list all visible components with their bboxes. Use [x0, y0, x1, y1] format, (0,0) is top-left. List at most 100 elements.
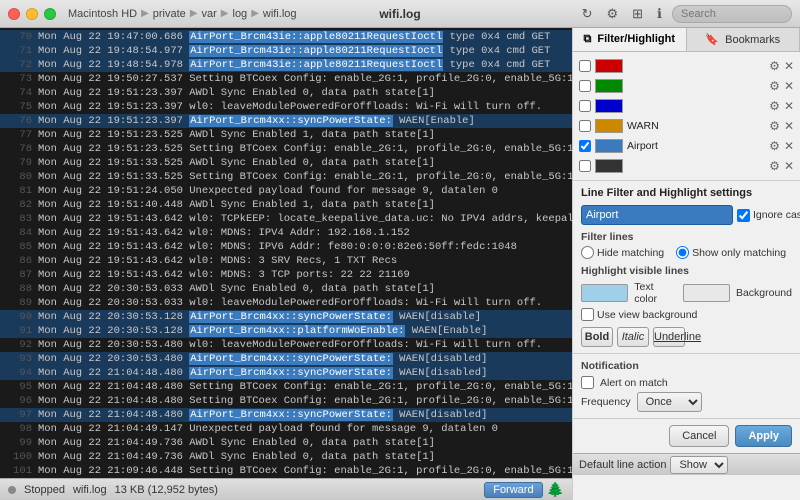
search-input[interactable]: [672, 5, 792, 23]
log-line: 82Mon Aug 22 19:51:40.448 AWDl Sync Enab…: [0, 198, 572, 212]
default-action-label: Default line action: [579, 459, 666, 471]
log-line: 83 Mon Aug 22 19:51:43.642 wl0: TCPkEEP: …: [0, 212, 572, 226]
log-line: 75Mon Aug 22 19:51:23.397 wl0: leaveModu…: [0, 100, 572, 114]
status-indicator: [8, 486, 16, 494]
log-content[interactable]: 70Mon Aug 22 19:47:00.686 AirPort_Brcm43…: [0, 28, 572, 500]
maximize-button[interactable]: [44, 8, 56, 20]
bold-button[interactable]: Bold: [581, 327, 613, 347]
statusbar-right: Forward 🌲: [484, 481, 564, 498]
line-text: Mon Aug 22 20:30:53.480 AirPort_Brcm4xx:…: [38, 352, 487, 366]
text-color-button[interactable]: [581, 284, 628, 302]
panel-tabs: ⧉ Filter/Highlight 🔖 Bookmarks: [573, 28, 800, 52]
radio-row: Hide matching Show only matching: [581, 246, 792, 259]
filter-text-input[interactable]: [581, 205, 733, 225]
filter-color-box: [595, 99, 623, 113]
filter-close-icon[interactable]: ✕: [784, 139, 794, 153]
filter-item: WARN⚙✕: [573, 116, 800, 136]
line-text: Mon Aug 22 19:51:43.642 wl0: MDNS: 3 SRV…: [38, 254, 397, 268]
line-text: Mon Aug 22 19:51:43.642 wl0: MDNS: IPV6 …: [38, 240, 517, 254]
filter-item-checkbox[interactable]: [579, 120, 591, 132]
show-only-matching-radio[interactable]: [676, 246, 689, 259]
filter-item-checkbox[interactable]: [579, 160, 591, 172]
filter-item-checkbox[interactable]: [579, 100, 591, 112]
line-text: Mon Aug 22 19:51:23.397 AirPort_Brcm4xx:…: [38, 114, 475, 128]
filter-close-icon[interactable]: ✕: [784, 159, 794, 173]
line-text: Mon Aug 22 21:04:48.480 Setting BTCoex C…: [38, 380, 572, 394]
line-number: 83: [4, 212, 32, 226]
path-segment: log: [233, 8, 248, 20]
filter-close-icon[interactable]: ✕: [784, 99, 794, 113]
filter-close-icon[interactable]: ✕: [784, 119, 794, 133]
titlebar: Macintosh HD ▶ private ▶ var ▶ log ▶ wif…: [0, 0, 800, 28]
path-segment: private: [153, 8, 186, 20]
hide-matching-label: Hide matching: [581, 246, 664, 259]
filter-item-checkbox[interactable]: [579, 80, 591, 92]
filter-item-checkbox[interactable]: [579, 60, 591, 72]
close-button[interactable]: [8, 8, 20, 20]
right-panel: ⧉ Filter/Highlight 🔖 Bookmarks ⚙✕⚙✕⚙✕WAR…: [572, 28, 800, 500]
line-number: 86: [4, 254, 32, 268]
ignore-case-checkbox[interactable]: [737, 209, 750, 222]
line-text: Mon Aug 22 21:04:48.480 Setting BTCoex C…: [38, 394, 572, 408]
line-text: Mon Aug 22 19:50:27.537 Setting BTCoex C…: [38, 72, 572, 86]
line-number: 93: [4, 352, 32, 366]
log-line: 96Mon Aug 22 21:04:48.480 Setting BTCoex…: [0, 394, 572, 408]
filter-gear-icon[interactable]: ⚙: [769, 119, 780, 133]
filter-item-checkbox[interactable]: [579, 140, 591, 152]
log-line: 84Mon Aug 22 19:51:43.642 wl0: MDNS: IPV…: [0, 226, 572, 240]
line-text: Mon Aug 22 19:51:43.642 wl0: TCPkEEP: lo…: [38, 212, 572, 226]
frequency-select[interactable]: OnceAlwaysNever: [637, 392, 702, 412]
info-button[interactable]: ℹ: [653, 4, 666, 24]
layout-button[interactable]: ⊞: [628, 4, 647, 24]
line-text: Mon Aug 22 19:48:54.978 AirPort_Brcm43ie…: [38, 58, 550, 72]
apply-button[interactable]: Apply: [735, 425, 792, 447]
refresh-button[interactable]: ↻: [578, 4, 597, 24]
line-number: 73: [4, 72, 32, 86]
log-line: 100Mon Aug 22 21:04:49.736 AWDl Sync Ena…: [0, 450, 572, 464]
filter-gear-icon[interactable]: ⚙: [769, 59, 780, 73]
line-text: Mon Aug 22 21:04:48.480 AirPort_Brcm4xx:…: [38, 366, 487, 380]
line-text: Mon Aug 22 20:30:53.033 wl0: leaveModule…: [38, 296, 542, 310]
use-view-bg-checkbox[interactable]: [581, 308, 594, 321]
status-label: Stopped: [24, 484, 65, 496]
filter-gear-icon[interactable]: ⚙: [769, 79, 780, 93]
cancel-button[interactable]: Cancel: [669, 425, 729, 447]
line-text: Mon Aug 22 20:30:53.128 AirPort_Brcm4xx:…: [38, 310, 481, 324]
filter-gear-icon[interactable]: ⚙: [769, 159, 780, 173]
log-line: 73 Mon Aug 22 19:50:27.537 Setting BTCoex…: [0, 72, 572, 86]
filter-item: ⚙✕: [573, 96, 800, 116]
log-line: 93 Mon Aug 22 20:30:53.480 AirPort_Brcm4x…: [0, 352, 572, 366]
line-text: Mon Aug 22 21:04:49.736 AWDl Sync Enable…: [38, 436, 435, 450]
settings-button[interactable]: ⚙: [602, 4, 622, 24]
line-text: Mon Aug 22 19:51:24.050 Unexpected paylo…: [38, 184, 498, 198]
filter-list: ⚙✕⚙✕⚙✕WARN⚙✕Airport⚙✕⚙✕: [573, 52, 800, 181]
line-text: Mon Aug 22 19:51:23.397 wl0: leaveModule…: [38, 100, 542, 114]
filter-close-icon[interactable]: ✕: [784, 79, 794, 93]
filter-gear-icon[interactable]: ⚙: [769, 139, 780, 153]
line-number: 97: [4, 408, 32, 422]
traffic-lights: [8, 8, 56, 20]
alert-on-match-checkbox[interactable]: [581, 376, 594, 389]
hide-matching-radio[interactable]: [581, 246, 594, 259]
default-action-select[interactable]: Show: [670, 456, 728, 474]
path-separator: ▶: [221, 8, 229, 19]
background-button[interactable]: [683, 284, 730, 302]
filter-item: Airport⚙✕: [573, 136, 800, 156]
italic-button[interactable]: Italic: [617, 327, 649, 347]
underline-button[interactable]: Underline: [653, 327, 685, 347]
filter-gear-icon[interactable]: ⚙: [769, 99, 780, 113]
frequency-label: Frequency: [581, 396, 631, 408]
log-line: 94Mon Aug 22 21:04:48.480 AirPort_Brcm4x…: [0, 366, 572, 380]
minimize-button[interactable]: [26, 8, 38, 20]
forward-button[interactable]: Forward: [484, 482, 542, 498]
log-line: 99Mon Aug 22 21:04:49.736 AWDl Sync Enab…: [0, 436, 572, 450]
line-text: Mon Aug 22 19:51:23.525 AWDl Sync Enable…: [38, 128, 435, 142]
filter-close-icon[interactable]: ✕: [784, 59, 794, 73]
text-color-label: Text color: [634, 281, 676, 305]
line-number: 92: [4, 338, 32, 352]
line-text: Mon Aug 22 19:51:23.397 AWDl Sync Enable…: [38, 86, 435, 100]
line-text: Mon Aug 22 21:04:49.736 AWDl Sync Enable…: [38, 450, 435, 464]
tab-filter-highlight[interactable]: ⧉ Filter/Highlight: [573, 28, 687, 51]
tab-bookmarks[interactable]: 🔖 Bookmarks: [687, 28, 800, 51]
log-line: 71Mon Aug 22 19:48:54.977 AirPort_Brcm43…: [0, 44, 572, 58]
